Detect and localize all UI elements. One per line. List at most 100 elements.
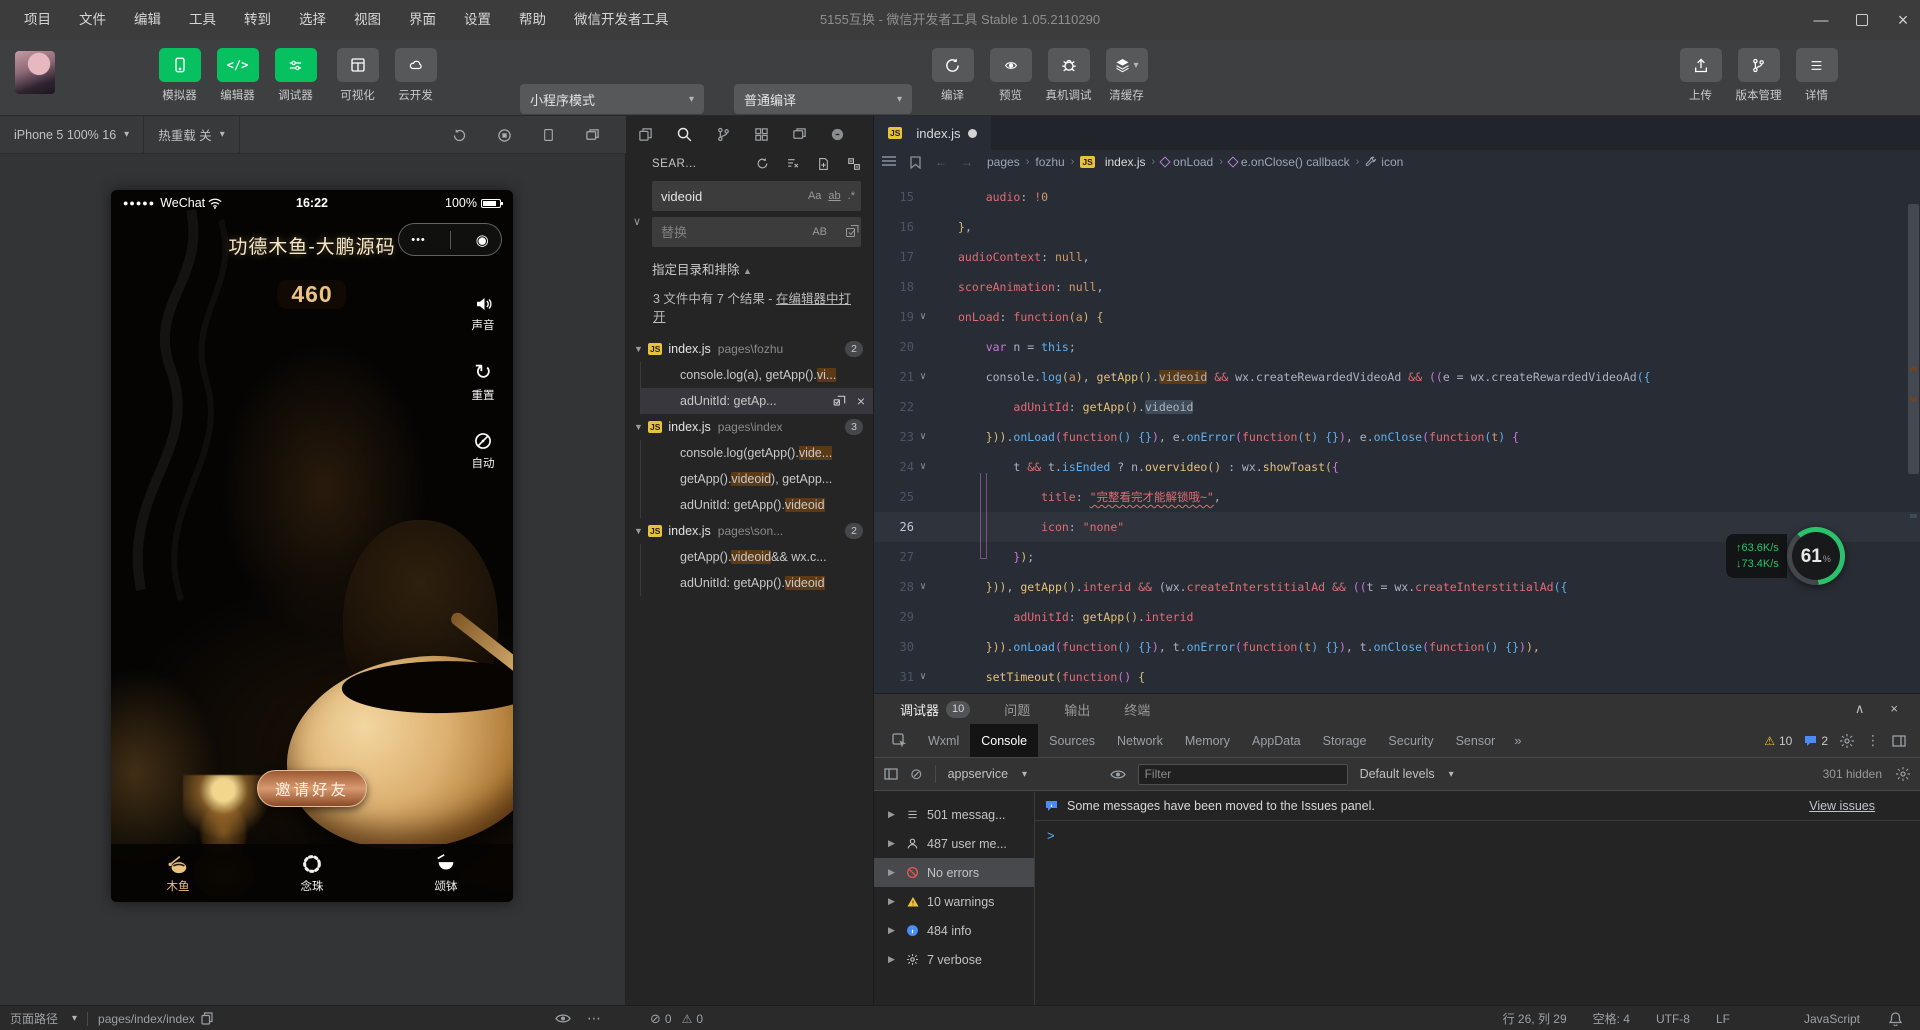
console-filter-501 messag...[interactable]: ▶501 messag... (874, 800, 1034, 829)
code-line-22[interactable]: 22 adUnitId: getApp().videoid (874, 392, 1920, 422)
search-result-row[interactable]: getApp().videoid && wx.c... (640, 544, 873, 570)
search-result-row[interactable]: console.log(getApp().vide... (640, 440, 873, 466)
unsaved-dot-icon[interactable] (968, 129, 977, 138)
search-icon[interactable] (676, 126, 693, 143)
search-file-row[interactable]: ▼JSindex.jspages\index3 (626, 414, 873, 440)
collapse-results-icon[interactable] (847, 157, 861, 171)
regex-icon[interactable]: .* (848, 190, 855, 202)
invite-friends-button[interactable]: 邀请好友 (257, 770, 367, 807)
toolbar-button-调试器[interactable]: 调试器 (271, 48, 320, 103)
exit-icon[interactable]: ◉ (476, 231, 489, 249)
encoding[interactable]: UTF-8 (1656, 1012, 1690, 1026)
view-issues-link[interactable]: View issues (1809, 799, 1875, 813)
avatar[interactable] (15, 51, 55, 94)
extensions-icon[interactable] (754, 127, 769, 142)
replace-all-icon[interactable] (845, 223, 861, 239)
code-line-17[interactable]: 17audioContext: null, (874, 242, 1920, 272)
search-file-row[interactable]: ▼JSindex.jspages\son...2 (626, 518, 873, 544)
context-select[interactable]: appservice▾ (948, 767, 1098, 781)
devtools-tab-Wxml[interactable]: Wxml (917, 724, 970, 757)
menu-item-微信开发者工具[interactable]: 微信开发者工具 (560, 0, 683, 40)
devtools-tab-Storage[interactable]: Storage (1312, 724, 1378, 757)
menu-item-项目[interactable]: 项目 (10, 0, 65, 40)
debugger-tab-终端[interactable]: 终端 (1124, 700, 1150, 719)
console-filter-484 info[interactable]: ▶484 info (874, 916, 1034, 945)
devtools-tab-Sensor[interactable]: Sensor (1445, 724, 1507, 757)
log-levels-select[interactable]: Default levels▾ (1360, 767, 1454, 781)
search-file-row[interactable]: ▼JSindex.jspages\fozhu2 (626, 336, 873, 362)
nav-forward-icon[interactable]: → (961, 155, 973, 169)
side-button-声音[interactable]: 声音 (461, 295, 505, 333)
source-control-icon[interactable] (716, 126, 731, 143)
breadcrumb-item[interactable]: pages (987, 155, 1020, 169)
devtools-tab-Security[interactable]: Security (1377, 724, 1444, 757)
cursor-position[interactable]: 行 26, 列 29 (1503, 1010, 1567, 1027)
menu-item-编辑[interactable]: 编辑 (120, 0, 175, 40)
side-button-自动[interactable]: 自动 (461, 431, 505, 471)
more-icon[interactable]: ••• (411, 234, 426, 246)
dir-filter-toggle[interactable]: 指定目录和排除 ▲ (652, 259, 861, 278)
device-frame-icon[interactable] (542, 127, 555, 143)
fold-chevron-icon[interactable]: ∨ (920, 302, 926, 332)
restart-icon[interactable] (452, 128, 467, 143)
indent-setting[interactable]: 空格: 4 (1593, 1010, 1630, 1027)
console-filter-7 verbose[interactable]: ▶7 verbose (874, 945, 1034, 974)
hot-reload-select[interactable]: 热重载 关▾ (144, 116, 240, 153)
dock-side-icon[interactable] (1892, 735, 1906, 747)
breadcrumb-item[interactable]: JSindex.js (1080, 155, 1145, 169)
clear-console-icon[interactable]: ⊘ (910, 765, 923, 783)
search-result-row[interactable]: adUnitId: getApp().videoid (640, 570, 873, 596)
compile-select[interactable]: 普通编译▾ (734, 84, 912, 114)
eye-icon[interactable] (1110, 769, 1126, 780)
console-filter-10 warnings[interactable]: ▶10 warnings (874, 887, 1034, 916)
toolbar-button-上传[interactable]: 上传 (1676, 48, 1725, 103)
console-settings-icon[interactable] (1896, 767, 1910, 781)
menu-item-转到[interactable]: 转到 (230, 0, 285, 40)
devtools-tab-AppData[interactable]: AppData (1241, 724, 1312, 757)
miniapp-tab-颂钵[interactable]: 颂钵 (379, 844, 513, 902)
toolbar-button-预览[interactable]: 预览 (986, 48, 1035, 103)
console-filter-No errors[interactable]: ▶No errors (874, 858, 1034, 887)
devtools-tab-Memory[interactable]: Memory (1174, 724, 1241, 757)
devtools-tab-Sources[interactable]: Sources (1038, 724, 1106, 757)
devtools-tab-Network[interactable]: Network (1106, 724, 1174, 757)
breadcrumb-item[interactable]: icon (1365, 155, 1403, 169)
replace-one-icon[interactable] (833, 394, 847, 408)
pages-icon[interactable] (792, 127, 807, 142)
editor-scrollbar[interactable] (1906, 174, 1920, 693)
performance-widget[interactable]: ↑63.6K/s ↓73.4K/s 61% (1726, 527, 1845, 585)
tab-indexjs[interactable]: JS index.js (874, 116, 991, 150)
toolbar-button-编辑器[interactable]: </>编辑器 (213, 48, 262, 103)
close-panel-icon[interactable]: × (1890, 701, 1898, 717)
search-result-row[interactable]: adUnitId: getAp...× (640, 388, 873, 414)
scrollbar-thumb[interactable] (1908, 204, 1919, 474)
code-line-19[interactable]: 19∨onLoad: function(a) { (874, 302, 1920, 332)
toolbar-button-详情[interactable]: 详情 (1792, 48, 1841, 103)
toolbar-button-编译[interactable]: 编译 (928, 48, 977, 103)
toolbar-button-模拟器[interactable]: 模拟器 (155, 48, 204, 103)
cpu-gauge[interactable]: 61% (1787, 527, 1845, 585)
notifications-bell-icon[interactable] (1889, 1006, 1902, 1030)
console-filter-487 user me...[interactable]: ▶487 user me... (874, 829, 1034, 858)
code-area[interactable]: 15 audio: !016},17audioContext: null,18s… (874, 174, 1920, 693)
code-line-21[interactable]: 21∨ console.log(a), getApp().videoid && … (874, 362, 1920, 392)
code-line-31[interactable]: 31∨ setTimeout(function() { (874, 662, 1920, 692)
fold-chevron-icon[interactable]: ∨ (920, 452, 926, 482)
miniapp-tab-木鱼[interactable]: 木鱼 (111, 844, 245, 902)
whole-word-icon[interactable]: ab (828, 190, 840, 202)
toolbar-button-清缓存[interactable]: ▾清缓存 (1102, 48, 1151, 103)
fold-chevron-icon[interactable]: ∨ (920, 662, 926, 692)
toggle-replace-icon[interactable]: ∨ (633, 215, 641, 228)
fold-chevron-icon[interactable]: ∨ (920, 422, 926, 452)
minimize-icon[interactable]: — (1812, 12, 1830, 29)
fold-chevron-icon[interactable]: ∨ (920, 362, 926, 392)
files-icon[interactable] (638, 127, 653, 142)
toolbar-button-可视化[interactable]: 可视化 (333, 48, 382, 103)
miniapp-tab-念珠[interactable]: 念珠 (245, 844, 379, 902)
page-path-select[interactable]: 页面路径▾ pages/index/index (10, 1006, 213, 1030)
screenshot-icon[interactable] (585, 128, 600, 143)
inspect-icon[interactable] (892, 733, 907, 748)
record-icon[interactable] (497, 128, 512, 143)
search-result-row[interactable]: getApp().videoid), getApp... (640, 466, 873, 492)
eol[interactable]: LF (1716, 1012, 1730, 1026)
